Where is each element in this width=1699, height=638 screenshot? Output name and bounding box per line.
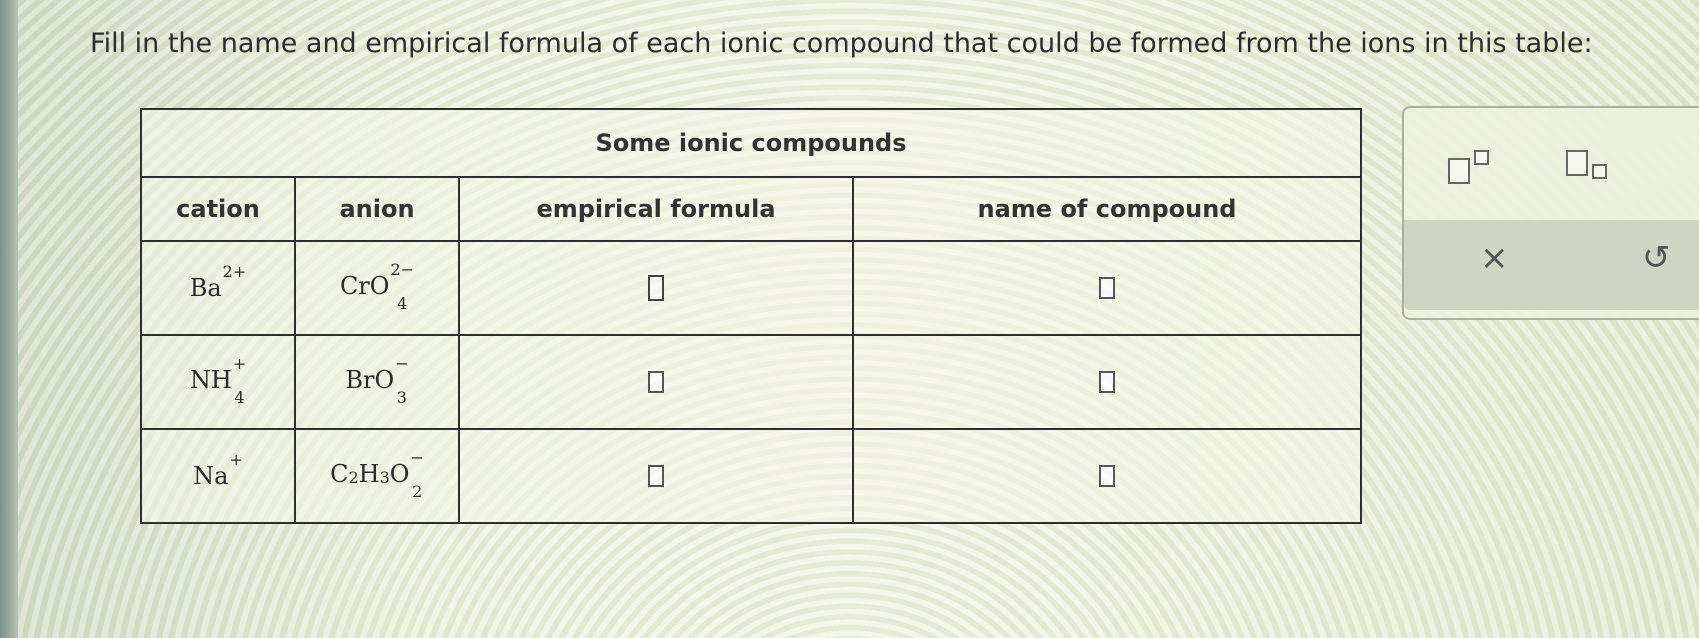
empirical-formula-input[interactable] — [648, 371, 664, 393]
anion-cell: CrO 2− 4 — [294, 240, 460, 336]
empirical-formula-input[interactable] — [648, 465, 664, 487]
cation-subscript: 4 — [234, 388, 245, 407]
header-empirical-formula: empirical formula — [458, 176, 854, 242]
table-row: Na + C 2 H 3 O −2 — [140, 428, 1362, 524]
cation-cell: NH +4 — [140, 334, 296, 430]
header-name-of-compound: name of compound — [852, 176, 1362, 242]
compound-name-cell — [852, 334, 1362, 430]
anion-symbol-o: O — [389, 460, 410, 488]
anion-charge: − — [410, 448, 424, 467]
cation-symbol: Ba — [189, 274, 222, 302]
math-palette: × ↺ — [1402, 106, 1699, 320]
cation-charge: 2+ — [222, 262, 247, 281]
anion-symbol-c: C — [330, 460, 349, 488]
table-row: Ba 2+ CrO 2− 4 — [140, 240, 1362, 336]
header-anion: anion — [294, 176, 460, 242]
empirical-formula-cell — [458, 428, 854, 524]
empirical-formula-cell — [458, 334, 854, 430]
anion-symbol: CrO — [339, 272, 390, 300]
anion-cell: BrO − 3 — [294, 334, 460, 430]
screen-edge — [0, 0, 18, 638]
header-cation: cation — [140, 176, 296, 242]
empirical-formula-cell — [458, 240, 854, 336]
cation-symbol: NH — [189, 366, 232, 394]
anion-subscript: 2 — [412, 482, 423, 501]
compound-name-cell — [852, 240, 1362, 336]
question-prompt: Fill in the name and empirical formula o… — [90, 28, 1593, 59]
anion-symbol-h: H — [358, 460, 380, 488]
clear-icon[interactable]: × — [1480, 238, 1509, 278]
cation-charge: + — [229, 450, 243, 469]
anion-charge: − — [395, 354, 409, 373]
compound-name-input[interactable] — [1099, 465, 1115, 487]
anion-subscript-h: 3 — [379, 468, 390, 487]
palette-action-bar: × ↺ — [1404, 220, 1699, 310]
anion-subscript: 3 — [396, 388, 407, 407]
superscript-template-icon[interactable] — [1448, 150, 1496, 184]
table-row: NH +4 BrO − 3 — [140, 334, 1362, 430]
cation-charge: + — [232, 354, 247, 373]
subscript-template-icon[interactable] — [1566, 150, 1618, 184]
anion-symbol: BrO — [345, 366, 395, 394]
table-caption: Some ionic compounds — [140, 108, 1362, 178]
ionic-compounds-table: Some ionic compounds cation anion empiri… — [140, 108, 1362, 524]
cation-cell: Na + — [140, 428, 296, 524]
compound-name-cell — [852, 428, 1362, 524]
anion-subscript-c: 2 — [348, 468, 359, 487]
cation-symbol: Na — [193, 462, 229, 490]
compound-name-input[interactable] — [1099, 371, 1115, 393]
anion-cell: C 2 H 3 O −2 — [294, 428, 460, 524]
anion-subscript: 4 — [397, 294, 408, 313]
cation-cell: Ba 2+ — [140, 240, 296, 336]
compound-name-input[interactable] — [1099, 277, 1115, 299]
empirical-formula-input[interactable] — [648, 275, 664, 301]
anion-charge: 2− — [390, 260, 415, 279]
undo-icon[interactable]: ↺ — [1642, 238, 1671, 278]
